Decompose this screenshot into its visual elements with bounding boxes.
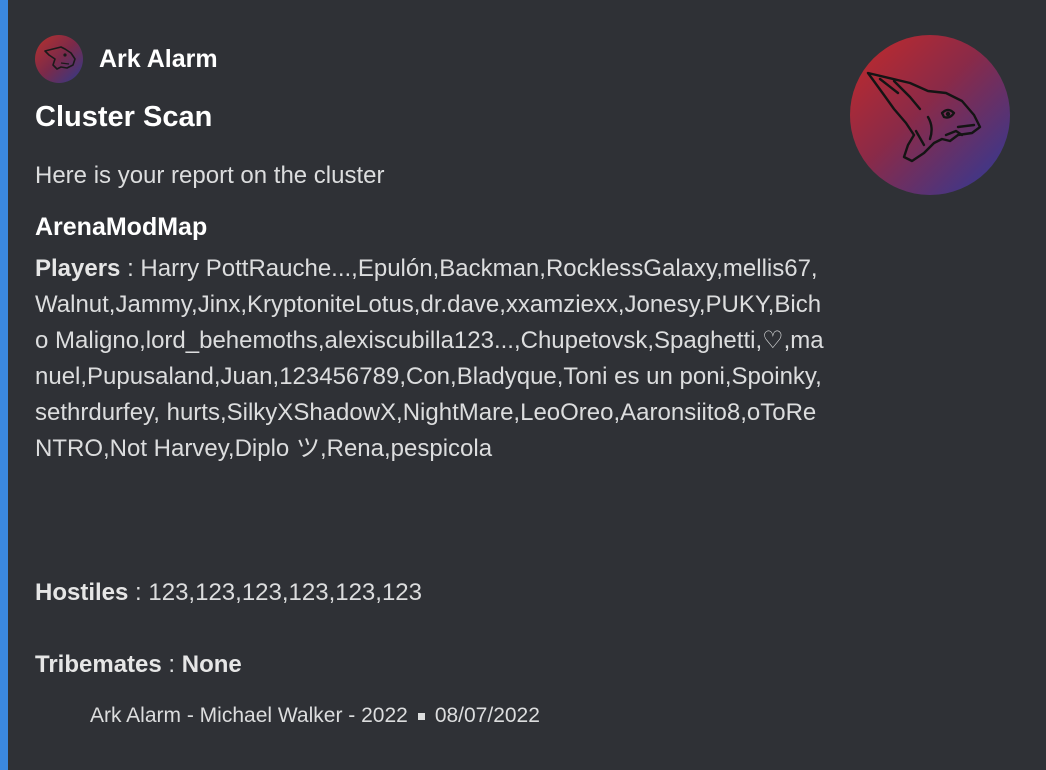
embed-description: Here is your report on the cluster (35, 162, 385, 189)
footer-separator-dot (417, 712, 425, 720)
embed-card: Ark Alarm Cluster Scan Here is your repo… (0, 0, 1046, 770)
embed-footer: Ark Alarm - Michael Walker - 2022 08/07/… (90, 704, 540, 728)
players-field: Players : Harry PottRauche...,Epulón,Bac… (35, 251, 825, 467)
author-avatar[interactable] (35, 35, 83, 83)
embed-thumbnail[interactable] (850, 35, 1010, 195)
hostiles-label: Hostiles (35, 579, 129, 606)
embed-accent-bar (0, 0, 8, 770)
dino-head-icon (44, 46, 76, 70)
tribemates-separator: : (161, 651, 182, 678)
tribemates-label: Tribemates (35, 651, 162, 678)
author-name[interactable]: Ark Alarm (99, 45, 218, 74)
players-value: Harry PottRauche...,Epulón,Backman,Rockl… (35, 255, 824, 462)
tribemates-field: Tribemates : None (35, 647, 825, 683)
dino-head-icon (866, 71, 982, 163)
footer-date: 08/07/2022 (434, 704, 540, 727)
embed-title: Cluster Scan (35, 101, 213, 133)
hostiles-separator: : (128, 579, 149, 606)
footer-text: Ark Alarm - Michael Walker - 2022 (90, 704, 408, 727)
map-name-heading: ArenaModMap (35, 213, 208, 241)
players-separator: : (120, 255, 141, 282)
hostiles-value: 123,123,123,123,123,123 (148, 579, 422, 606)
embed-author: Ark Alarm (35, 35, 218, 83)
tribemates-value: None (181, 651, 242, 678)
hostiles-field: Hostiles : 123,123,123,123,123,123 (35, 575, 825, 611)
players-label: Players (35, 255, 121, 282)
